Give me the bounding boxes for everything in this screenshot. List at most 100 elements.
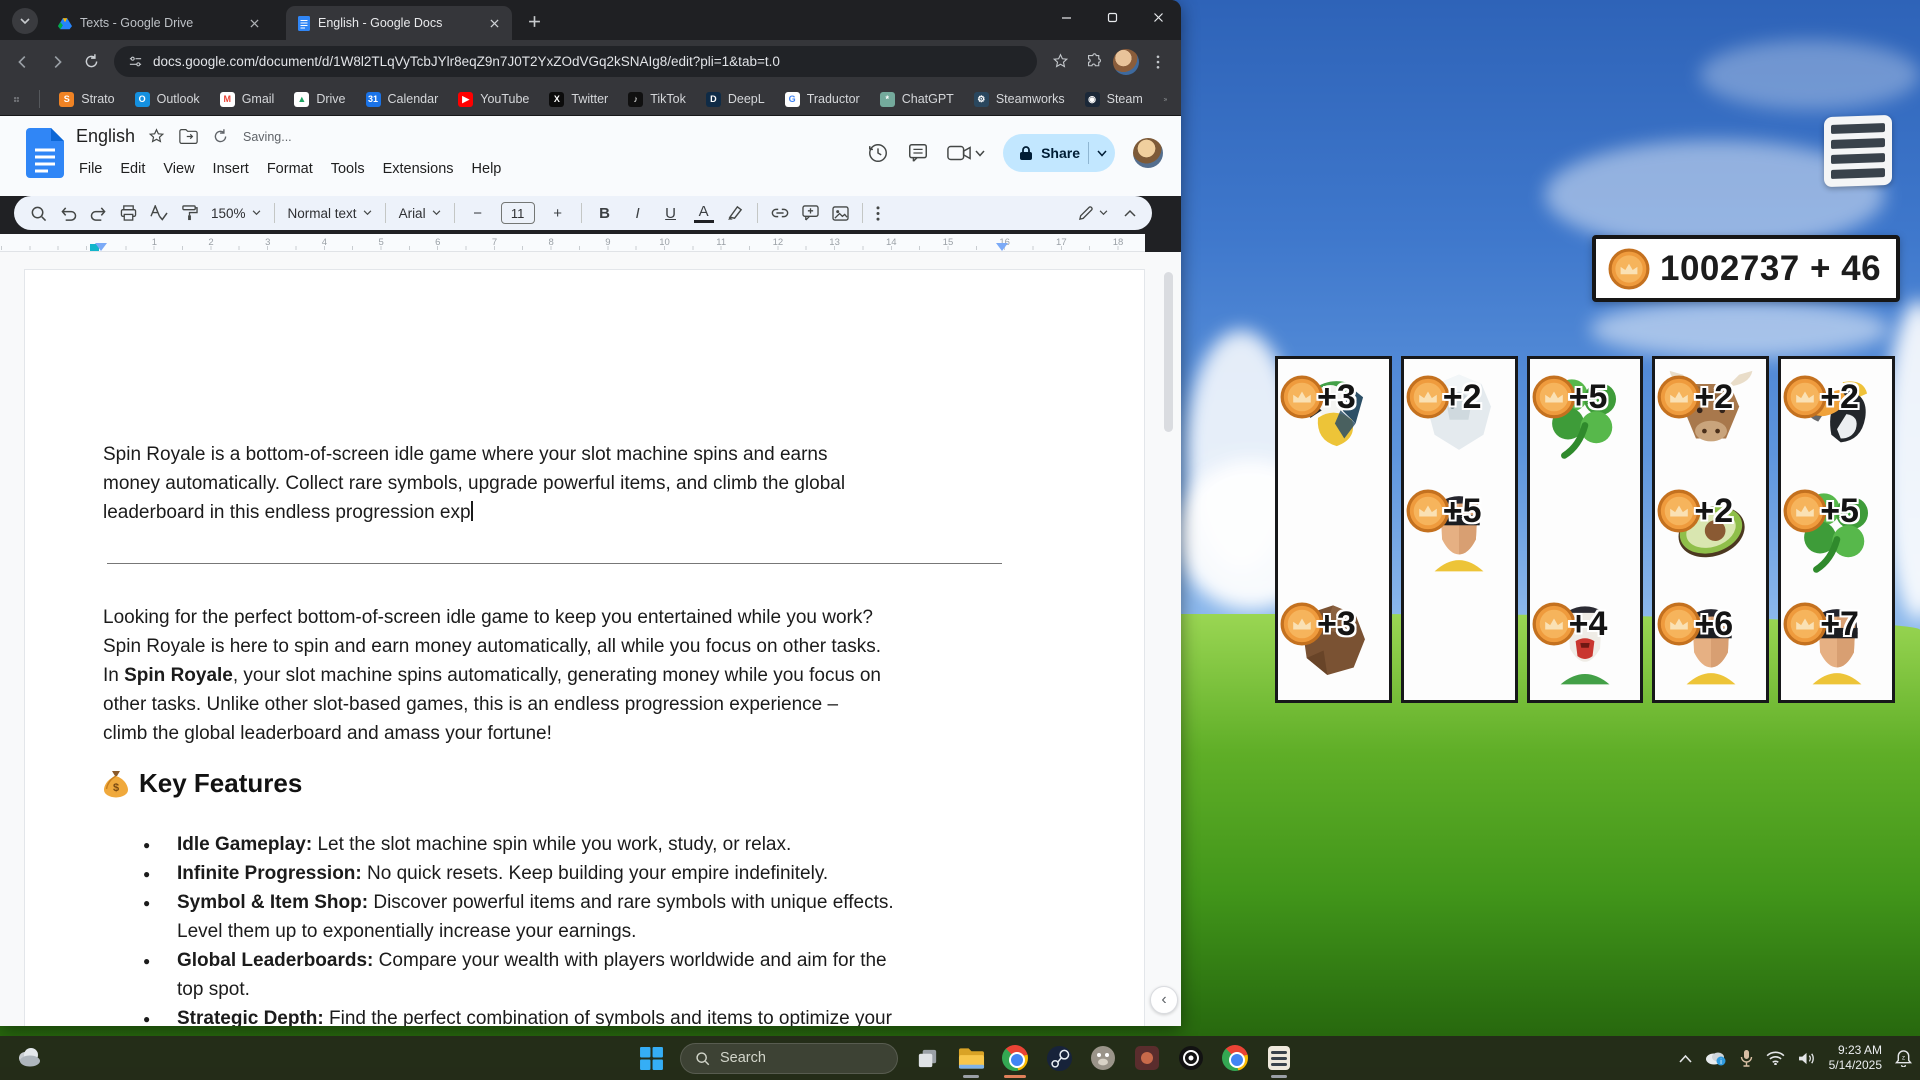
menu-item[interactable]: Insert	[206, 158, 256, 180]
menu-item[interactable]: Tools	[324, 158, 372, 180]
taskbar-clock[interactable]: 9:23 AM 5/14/2025	[1829, 1043, 1882, 1073]
tab-close-button[interactable]	[486, 15, 502, 31]
wifi-icon[interactable]	[1766, 1051, 1785, 1065]
menu-item[interactable]: Extensions	[376, 158, 461, 180]
bookmark-item[interactable]: D DeepL	[706, 92, 765, 107]
bookmark-item[interactable]: ♪ TikTok	[628, 92, 686, 107]
bookmark-item[interactable]: M Gmail	[220, 92, 275, 107]
start-button[interactable]	[636, 1043, 666, 1073]
bookmark-star-button[interactable]	[1045, 47, 1075, 77]
bookmark-item[interactable]: * ChatGPT	[880, 92, 954, 107]
chrome-button[interactable]	[1000, 1043, 1030, 1073]
video-call-icon[interactable]	[947, 143, 971, 163]
volume-icon[interactable]	[1798, 1051, 1816, 1066]
increase-font-button[interactable]: +	[548, 205, 568, 222]
font-select[interactable]: Arial	[399, 206, 441, 221]
apps-grid-icon[interactable]	[14, 92, 19, 107]
star-document-icon[interactable]	[148, 128, 165, 145]
insert-link-button[interactable]	[771, 208, 789, 218]
share-button[interactable]: Share	[1003, 134, 1115, 172]
browser-menu-button[interactable]	[1143, 47, 1173, 77]
font-size-input[interactable]: 11	[501, 202, 535, 224]
right-indent-marker[interactable]	[996, 243, 1008, 251]
bookmark-item[interactable]: ▲ Drive	[294, 92, 345, 107]
reload-button[interactable]	[76, 47, 106, 77]
bookmarks-overflow-icon[interactable]	[1163, 93, 1167, 106]
file-explorer-button[interactable]	[956, 1043, 986, 1073]
extensions-button[interactable]	[1079, 47, 1109, 77]
editing-mode-select[interactable]	[1078, 205, 1108, 221]
steam-button[interactable]	[1044, 1043, 1074, 1073]
bookmark-item[interactable]: X Twitter	[549, 92, 608, 107]
print-icon[interactable]	[120, 205, 137, 221]
redo-icon[interactable]	[90, 206, 107, 221]
task-view-button[interactable]	[912, 1043, 942, 1073]
new-tab-button[interactable]	[520, 7, 548, 35]
more-tools-icon[interactable]	[876, 206, 880, 221]
collapse-toolbar-icon[interactable]	[1124, 209, 1136, 217]
bookmark-item[interactable]: ⚙ Steamworks	[974, 92, 1065, 107]
italic-button[interactable]: I	[628, 205, 648, 222]
menu-item[interactable]: Edit	[113, 158, 152, 180]
insert-image-button[interactable]	[832, 206, 849, 221]
taskbar-app-icon-1[interactable]	[1088, 1043, 1118, 1073]
bookmark-item[interactable]: ▶ YouTube	[458, 92, 529, 107]
slot-reel-3: +5 +4	[1527, 356, 1644, 703]
maximize-button[interactable]	[1089, 0, 1135, 34]
bookmark-item[interactable]: 31 Calendar	[366, 92, 439, 107]
bookmark-item[interactable]: G Traductor	[785, 92, 860, 107]
bookmark-item[interactable]: ◉ Steam	[1085, 92, 1143, 107]
document-page[interactable]: Spin Royale is a bottom-of-screen idle g…	[24, 269, 1145, 1026]
tab-english-google-docs[interactable]: English - Google Docs	[286, 6, 512, 40]
text-color-button[interactable]: A	[694, 203, 714, 223]
share-dropdown-icon[interactable]	[1097, 150, 1107, 157]
decrease-font-button[interactable]: −	[468, 205, 488, 222]
game-taskbar-button[interactable]	[1264, 1043, 1294, 1073]
add-comment-button[interactable]	[802, 205, 819, 221]
menu-item[interactable]: Help	[465, 158, 509, 180]
back-button[interactable]	[8, 47, 38, 77]
bookmark-item[interactable]: O Outlook	[135, 92, 200, 107]
menu-item[interactable]: File	[72, 158, 109, 180]
bookmark-favicon: ◉	[1085, 92, 1100, 107]
chevron-down-icon[interactable]	[975, 150, 985, 157]
collapse-side-button[interactable]: ‹	[1150, 986, 1178, 1014]
vertical-scrollbar-thumb[interactable]	[1164, 272, 1173, 432]
close-window-button[interactable]	[1135, 0, 1181, 34]
taskbar-app-icon-3[interactable]	[1176, 1043, 1206, 1073]
microphone-icon[interactable]	[1740, 1049, 1753, 1067]
spellcheck-icon[interactable]	[150, 205, 168, 221]
undo-icon[interactable]	[60, 206, 77, 221]
forward-button[interactable]	[42, 47, 72, 77]
menu-item[interactable]: View	[156, 158, 201, 180]
tray-overflow-icon[interactable]	[1679, 1054, 1692, 1063]
search-icon[interactable]	[30, 205, 47, 222]
taskbar-search[interactable]: Search	[680, 1043, 898, 1074]
bold-button[interactable]: B	[595, 205, 615, 222]
widgets-weather-icon[interactable]	[14, 1042, 44, 1072]
underline-button[interactable]: U	[661, 205, 681, 222]
left-indent-marker[interactable]	[95, 243, 107, 251]
browser-profile-avatar[interactable]	[1113, 49, 1139, 75]
bookmark-item[interactable]: S Strato	[59, 92, 114, 107]
taskbar-app-icon-4[interactable]	[1220, 1043, 1250, 1073]
zoom-select[interactable]: 150%	[211, 206, 261, 221]
tab-close-button[interactable]	[246, 15, 262, 31]
highlight-color-button[interactable]	[727, 205, 744, 221]
comments-icon[interactable]	[907, 142, 929, 164]
game-menu-button[interactable]	[1824, 115, 1892, 187]
move-folder-icon[interactable]	[179, 128, 198, 145]
taskbar-app-icon-2[interactable]	[1132, 1043, 1162, 1073]
account-avatar[interactable]	[1133, 138, 1163, 168]
version-history-icon[interactable]	[867, 142, 889, 164]
document-title[interactable]: English	[76, 126, 135, 147]
tab-search-button[interactable]	[12, 8, 38, 34]
address-bar[interactable]: docs.google.com/document/d/1W8l2TLqVyTcb…	[114, 46, 1037, 77]
tab-texts-google-drive[interactable]: Texts - Google Drive	[46, 6, 272, 40]
onedrive-icon[interactable]: i	[1705, 1050, 1727, 1066]
minimize-button[interactable]	[1043, 0, 1089, 34]
menu-item[interactable]: Format	[260, 158, 320, 180]
paint-format-icon[interactable]	[181, 205, 198, 221]
paragraph-style-select[interactable]: Normal text	[288, 206, 372, 221]
notifications-bell-icon[interactable]: z	[1895, 1049, 1912, 1067]
